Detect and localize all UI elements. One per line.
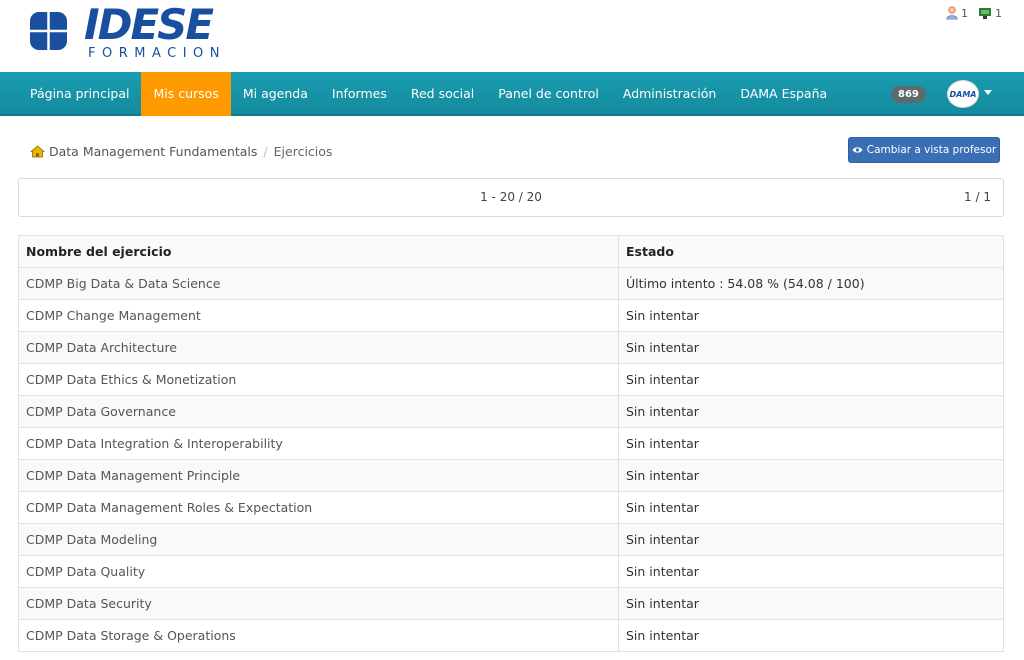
exercise-name-link[interactable]: CDMP Data Quality [18,555,619,588]
column-header-name[interactable]: Nombre del ejercicio [18,235,619,268]
exercise-status: Sin intentar [618,459,1004,492]
nav-item-administracion[interactable]: Administración [611,72,728,116]
pagination-bar: 1 - 20 / 20 1 / 1 [18,178,1004,217]
main-navbar: Página principal Mis cursos Mi agenda In… [0,72,1024,116]
table-row: CDMP Data Security Sin intentar [18,587,1004,620]
top-notifications: 1 1 [946,6,1002,20]
table-row: CDMP Data Governance Sin intentar [18,395,1004,428]
switch-teacher-view-label: Cambiar a vista profesor [866,144,997,156]
table-row: CDMP Data Management Principle Sin inten… [18,459,1004,492]
table-row: CDMP Data Architecture Sin intentar [18,331,1004,364]
nav-item-panel-de-control[interactable]: Panel de control [486,72,611,116]
table-header-row: Nombre del ejercicio Estado [18,235,1004,268]
exercise-status: Sin intentar [618,619,1004,652]
switch-teacher-view-button[interactable]: Cambiar a vista profesor [848,137,1000,163]
nav-item-red-social[interactable]: Red social [399,72,486,116]
table-row: CDMP Data Modeling Sin intentar [18,523,1004,556]
exercise-name-link[interactable]: CDMP Data Integration & Interoperability [18,427,619,460]
exercise-status: Sin intentar [618,331,1004,364]
exercise-name-link[interactable]: CDMP Data Management Principle [18,459,619,492]
pagination-range: 1 - 20 / 20 [480,190,542,204]
nav-item-mis-cursos[interactable]: Mis cursos [141,72,231,116]
chevron-down-icon[interactable] [984,90,992,95]
chat-icon [979,7,991,19]
avatar[interactable]: DAMA [947,80,979,108]
exercise-name-link[interactable]: CDMP Data Management Roles & Expectation [18,491,619,524]
exercise-name-link[interactable]: CDMP Data Storage & Operations [18,619,619,652]
exercise-name-link[interactable]: CDMP Big Data & Data Science [18,267,619,300]
user-notification-count: 1 [961,6,968,20]
exercise-status: Sin intentar [618,587,1004,620]
column-header-status[interactable]: Estado [618,235,1004,268]
table-row: CDMP Big Data & Data Science Último inte… [18,267,1004,300]
exercise-name-link[interactable]: CDMP Change Management [18,299,619,332]
site-header: IDESE FORMACION 1 1 [0,0,1024,72]
nav-item-dama-espana[interactable]: DAMA España [728,72,839,116]
breadcrumb-separator: / [263,143,268,159]
exercise-status: Sin intentar [618,491,1004,524]
logo-mark-icon [28,10,72,54]
table-row: CDMP Data Integration & Interoperability… [18,427,1004,460]
exercise-name-link[interactable]: CDMP Data Modeling [18,523,619,556]
exercise-status: Último intento : 54.08 % (54.08 / 100) [618,267,1004,300]
exercise-status: Sin intentar [618,523,1004,556]
table-row: CDMP Data Management Roles & Expectation… [18,491,1004,524]
nav-item-informes[interactable]: Informes [320,72,399,116]
nav-item-pagina-principal[interactable]: Página principal [18,72,141,116]
eye-icon [852,147,863,153]
breadcrumb-course: Data Management Fundamentals [49,143,258,159]
breadcrumb-course-link[interactable]: Data Management Fundamentals [30,144,257,159]
table-row: CDMP Data Quality Sin intentar [18,555,1004,588]
exercises-table: Nombre del ejercicio Estado CDMP Big Dat… [18,235,1004,652]
table-row: CDMP Data Storage & Operations Sin inten… [18,619,1004,652]
user-notification[interactable]: 1 [946,6,968,20]
brand-subtitle: FORMACION [88,46,226,61]
brand-logo[interactable]: IDESE FORMACION [28,4,228,62]
chat-notification[interactable]: 1 [978,7,1002,20]
avatar-label: DAMA [949,89,977,99]
breadcrumb: Data Management Fundamentals / Ejercicio… [18,135,848,167]
nav-menu: Página principal Mis cursos Mi agenda In… [18,72,839,116]
breadcrumb-current: Ejercicios [273,143,333,159]
nav-item-mi-agenda[interactable]: Mi agenda [231,72,320,116]
home-icon [30,144,45,157]
exercise-name-link[interactable]: CDMP Data Governance [18,395,619,428]
exercise-status: Sin intentar [618,363,1004,396]
messages-count-badge[interactable]: 869 [891,86,926,103]
exercise-name-link[interactable]: CDMP Data Security [18,587,619,620]
exercise-status: Sin intentar [618,427,1004,460]
exercise-name-link[interactable]: CDMP Data Ethics & Monetization [18,363,619,396]
brand-name: IDESE [84,0,214,49]
exercise-status: Sin intentar [618,299,1004,332]
table-row: CDMP Change Management Sin intentar [18,299,1004,332]
exercise-status: Sin intentar [618,395,1004,428]
table-row: CDMP Data Ethics & Monetization Sin inte… [18,363,1004,396]
user-icon [946,6,958,20]
pagination-page: 1 / 1 [964,190,991,204]
exercise-name-link[interactable]: CDMP Data Architecture [18,331,619,364]
chat-notification-count: 1 [995,6,1002,20]
exercise-status: Sin intentar [618,555,1004,588]
